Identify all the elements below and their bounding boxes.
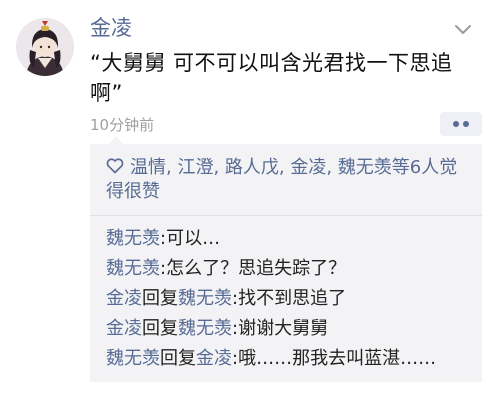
comment-text: 可以… [166, 228, 221, 249]
comment-item[interactable]: 魏无羡:怎么了？思追失踪了？ [106, 254, 474, 284]
comment-list: 魏无羡:可以… 魏无羡:怎么了？思追失踪了？ 金凌回复魏无羡:找不到思追了 金凌… [106, 224, 474, 374]
more-options-icon [463, 121, 469, 127]
avatar[interactable] [16, 18, 74, 76]
comment-item[interactable]: 金凌回复魏无羡:找不到思追了 [106, 284, 474, 314]
reply-target[interactable]: 魏无羡 [178, 318, 232, 339]
comment-text: 怎么了？思追失踪了？ [166, 258, 347, 279]
comment-item[interactable]: 魏无羡回复金凌:哦……那我去叫蓝湛…… [106, 344, 474, 374]
heart-icon [106, 157, 124, 174]
comment-text: 找不到思追了 [238, 288, 347, 309]
divider [90, 215, 482, 216]
comment-author[interactable]: 魏无羡 [106, 228, 160, 249]
reply-target[interactable]: 金凌 [196, 348, 232, 369]
comment-text: 哦……那我去叫蓝湛…… [238, 348, 437, 369]
reply-target[interactable]: 魏无羡 [178, 288, 232, 309]
comment-author[interactable]: 金凌 [106, 288, 142, 309]
chevron-down-icon[interactable] [452, 18, 474, 40]
more-options-button[interactable] [440, 112, 482, 136]
comment-item[interactable]: 金凌回复魏无羡:谢谢大舅舅 [106, 314, 474, 344]
more-options-icon [453, 121, 459, 127]
likes-text[interactable]: 温情, 江澄, 路人戊, 金凌, 魏无羡等6人觉得很赞 [106, 157, 457, 202]
comment-text: 谢谢大舅舅 [238, 318, 329, 339]
reply-word: 回复 [160, 348, 196, 369]
post-content: “大舅舅 可不可以叫含光君找一下思追啊” [90, 51, 453, 105]
interaction-panel: 温情, 江澄, 路人戊, 金凌, 魏无羡等6人觉得很赞 魏无羡:可以… 魏无羡:… [90, 144, 482, 382]
comment-author[interactable]: 魏无羡 [106, 348, 160, 369]
reply-word: 回复 [142, 288, 178, 309]
comment-item[interactable]: 魏无羡:可以… [106, 224, 474, 254]
reply-word: 回复 [142, 318, 178, 339]
post-author-name[interactable]: 金凌 [90, 14, 132, 42]
comment-author[interactable]: 金凌 [106, 318, 142, 339]
likes-summary: 温情, 江澄, 路人戊, 金凌, 魏无羡等6人觉得很赞 [106, 156, 474, 204]
comment-author[interactable]: 魏无羡 [106, 258, 160, 279]
post-timestamp: 10分钟前 [90, 116, 155, 134]
